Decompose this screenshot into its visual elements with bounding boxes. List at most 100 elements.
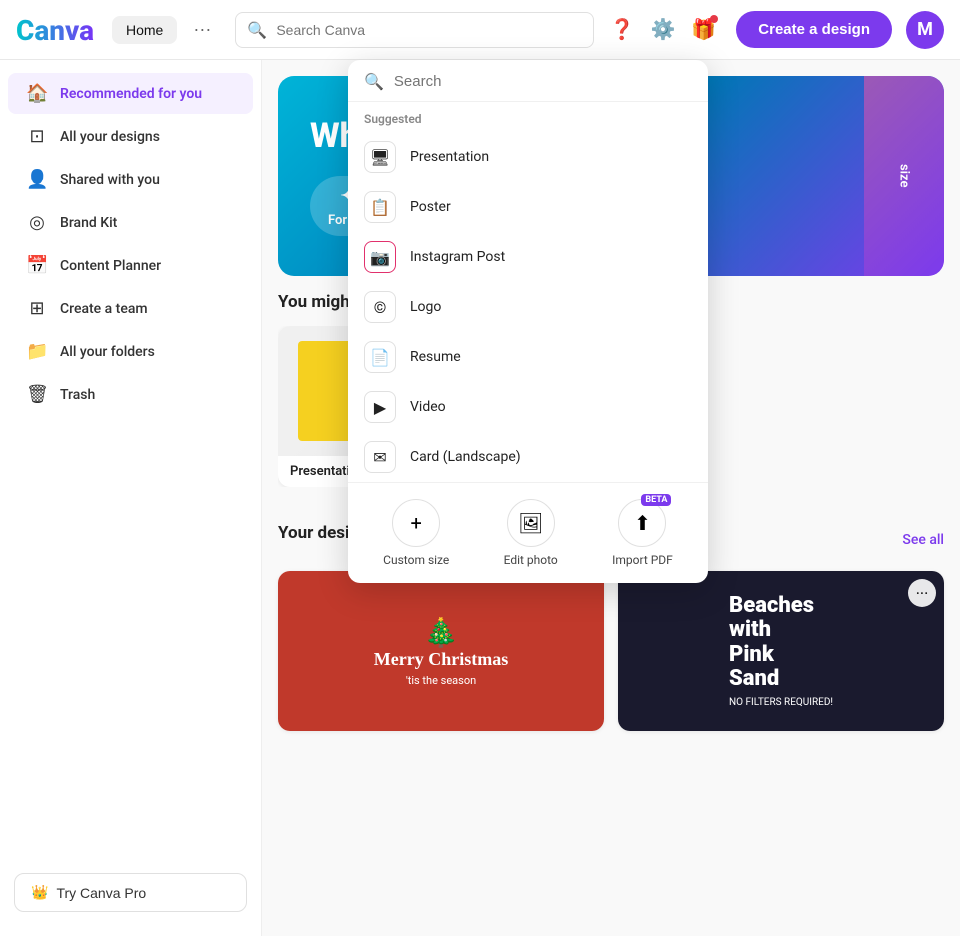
dropdown-item-logo[interactable]: © Logo	[348, 282, 708, 332]
calendar-icon: 📅	[26, 255, 48, 276]
photo-icon: 🖼	[518, 511, 543, 535]
custom-size-label: Custom size	[383, 553, 449, 567]
dropdown-item-video[interactable]: ▶ Video	[348, 382, 708, 432]
design-card-christmas[interactable]: 🎄 Merry Christmas 'tis the season	[278, 571, 604, 731]
topbar: Canva Home ··· 🔍 ❓ ⚙️ 🎁 Create a design …	[0, 0, 960, 60]
sidebar-item-team[interactable]: ⊞ Create a team	[8, 288, 253, 329]
upload-icon: ⬆	[634, 511, 651, 535]
home-icon: 🏠	[26, 83, 48, 104]
import-pdf-label: Import PDF	[612, 553, 673, 567]
gear-icon: ⚙️	[650, 19, 675, 41]
settings-button[interactable]: ⚙️	[646, 13, 679, 46]
sidebar-item-recommended[interactable]: 🏠 Recommended for you	[8, 73, 253, 114]
dropdown-item-label: Logo	[410, 299, 441, 315]
sidebar-item-all-designs[interactable]: ⊡ All your designs	[8, 116, 253, 157]
gift-badge	[710, 15, 718, 23]
dropdown-scrollable: Suggested 🖥 Presentation 📋 Poster 📷 Inst…	[348, 102, 708, 482]
search-input[interactable]	[235, 12, 593, 48]
import-pdf-icon: ⬆ BETA	[618, 499, 666, 547]
dropdown-item-label: Instagram Post	[410, 249, 505, 265]
christmas-mock: 🎄 Merry Christmas 'tis the season	[364, 606, 518, 697]
sidebar-item-brand[interactable]: ◎ Brand Kit	[8, 202, 253, 243]
dropdown-item-label: Card (Landscape)	[410, 449, 521, 465]
dropdown-search-row: 🔍	[348, 72, 708, 102]
gift-button[interactable]: 🎁	[687, 13, 720, 46]
design-card-menu[interactable]: ···	[908, 579, 936, 607]
create-design-button[interactable]: Create a design	[736, 11, 892, 48]
help-button[interactable]: ❓	[606, 13, 639, 46]
resume-icon: 📄	[364, 341, 396, 373]
sidebar-item-folders[interactable]: 📁 All your folders	[8, 331, 253, 372]
instagram-icon: 📷	[364, 241, 396, 273]
sidebar-spacer	[0, 416, 261, 861]
search-bar: 🔍	[235, 12, 593, 48]
christmas-title: Merry Christmas	[374, 649, 508, 670]
try-pro-label: Try Canva Pro	[56, 885, 146, 901]
design-card-beach[interactable]: ··· BeacheswithPinkSand NO FILTERS REQUI…	[618, 571, 944, 731]
topbar-icons: ❓ ⚙️ 🎁 Create a design M	[606, 11, 944, 49]
dropdown-item-instagram[interactable]: 📷 Instagram Post	[348, 232, 708, 282]
help-icon: ❓	[610, 19, 635, 41]
grid-icon: ⊡	[26, 126, 48, 147]
dropdown-item-resume[interactable]: 📄 Resume	[348, 332, 708, 382]
designs-grid: 🎄 Merry Christmas 'tis the season ··· Be…	[278, 571, 944, 731]
sidebar-item-label: Trash	[60, 387, 95, 403]
try-pro-button[interactable]: 👑 Try Canva Pro	[14, 873, 247, 912]
sidebar: 🏠 Recommended for you ⊡ All your designs…	[0, 60, 262, 936]
dropdown-search-icon: 🔍	[364, 72, 384, 91]
see-all-link[interactable]: See all	[902, 532, 944, 548]
folder-icon: 📁	[26, 341, 48, 362]
custom-size-icon: +	[392, 499, 440, 547]
hero-side-text: size	[897, 164, 912, 188]
beach-card-img: BeacheswithPinkSand NO FILTERS REQUIRED!	[618, 571, 944, 731]
dropdown-item-label: Resume	[410, 349, 461, 365]
avatar[interactable]: M	[906, 11, 944, 49]
search-dropdown: 🔍 Suggested 🖥 Presentation 📋 Poster 📷 In…	[348, 60, 708, 583]
sidebar-item-label: All your folders	[60, 344, 155, 360]
poster-icon: 📋	[364, 191, 396, 223]
christmas-tree-icon: 🎄	[374, 616, 508, 649]
logo-icon: ©	[364, 291, 396, 323]
dropdown-item-label: Poster	[410, 199, 451, 215]
canva-logo[interactable]: Canva	[16, 14, 96, 46]
import-pdf-action[interactable]: ⬆ BETA Import PDF	[612, 499, 673, 567]
presentation-icon: 🖥	[364, 141, 396, 173]
svg-text:Canva: Canva	[16, 14, 94, 46]
brand-icon: ◎	[26, 212, 48, 233]
trash-icon: 🗑	[26, 384, 48, 405]
plus-icon: +	[411, 511, 422, 535]
dropdown-search-input[interactable]	[394, 73, 692, 90]
suggested-label: Suggested	[348, 102, 708, 132]
shared-icon: 👤	[26, 169, 48, 190]
dropdown-item-label: Presentation	[410, 149, 489, 165]
beach-mock: BeacheswithPinkSand NO FILTERS REQUIRED!	[713, 578, 849, 724]
sidebar-item-trash[interactable]: 🗑 Trash	[8, 374, 253, 415]
dropdown-item-presentation[interactable]: 🖥 Presentation	[348, 132, 708, 182]
sidebar-item-content[interactable]: 📅 Content Planner	[8, 245, 253, 286]
dropdown-actions: + Custom size 🖼 Edit photo ⬆ BETA Import…	[348, 482, 708, 583]
dropdown-item-poster[interactable]: 📋 Poster	[348, 182, 708, 232]
team-icon: ⊞	[26, 298, 48, 319]
video-icon: ▶	[364, 391, 396, 423]
dropdown-item-card[interactable]: ✉ Card (Landscape)	[348, 432, 708, 482]
card-icon: ✉	[364, 441, 396, 473]
crown-icon: 👑	[31, 884, 48, 901]
sidebar-item-label: All your designs	[60, 129, 160, 145]
beach-headline: BeacheswithPinkSand	[729, 594, 833, 691]
sidebar-item-label: Shared with you	[60, 172, 160, 188]
edit-photo-icon: 🖼	[507, 499, 555, 547]
search-icon-top: 🔍	[247, 20, 267, 39]
sidebar-item-shared[interactable]: 👤 Shared with you	[8, 159, 253, 200]
more-button[interactable]: ···	[189, 15, 215, 44]
sidebar-item-label: Create a team	[60, 301, 148, 317]
home-button[interactable]: Home	[112, 16, 177, 44]
dropdown-item-label: Video	[410, 399, 446, 415]
custom-size-action[interactable]: + Custom size	[383, 499, 449, 567]
edit-photo-label: Edit photo	[504, 553, 558, 567]
hero-side-banner: size	[864, 76, 944, 276]
sidebar-item-label: Brand Kit	[60, 215, 117, 231]
sidebar-item-label: Recommended for you	[60, 86, 202, 102]
beta-badge: BETA	[641, 494, 671, 506]
christmas-subtitle: 'tis the season	[374, 674, 508, 687]
edit-photo-action[interactable]: 🖼 Edit photo	[504, 499, 558, 567]
